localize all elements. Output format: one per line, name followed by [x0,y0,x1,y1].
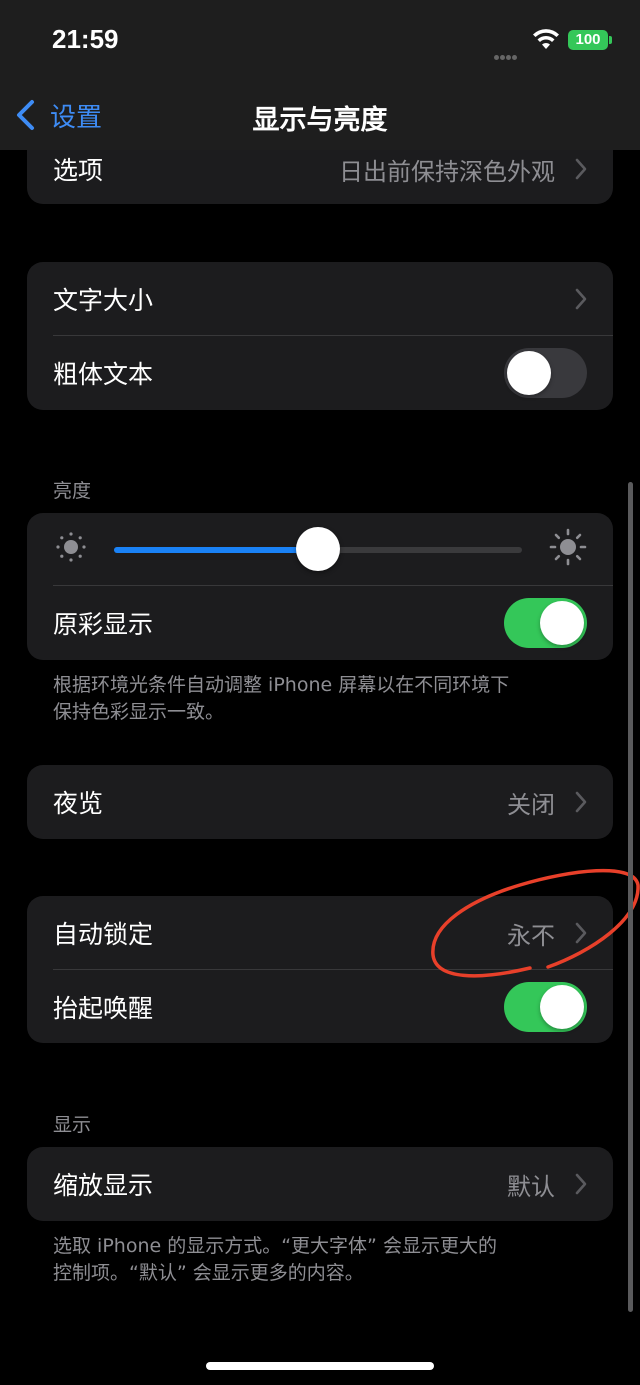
text-group: 文字大小 粗体文本 [27,262,613,410]
bold-text-row: 粗体文本 [27,336,613,410]
chevron-right-icon [575,288,587,310]
bold-text-toggle[interactable] [504,348,587,398]
brightness-slider[interactable] [114,527,522,571]
display-zoom-label: 缩放显示 [53,1171,154,1200]
chevron-right-icon [575,1173,587,1195]
wifi-icon [533,29,559,49]
status-time: 21:59 [52,24,119,54]
brightness-footnote-line: 根据环境光条件自动调整 iPhone 屏幕以在不同环境下 [53,674,510,696]
cellular-signal-icon [494,45,524,60]
options-row[interactable]: 选项 日出前保持深色外观 [27,132,613,206]
true-tone-label: 原彩显示 [53,610,154,639]
display-footnote-line: 控制项。“默认” 会显示更多的内容。 [53,1262,364,1284]
appearance-group: 选项 日出前保持深色外观 [27,150,613,204]
toggle-knob [540,985,584,1029]
brightness-group: 原彩显示 [27,513,613,660]
display-footnote: 选取 iPhone 的显示方式。“更大字体” 会显示更大的 控制项。“默认” 会… [53,1233,573,1287]
night-shift-label: 夜览 [53,789,104,818]
brightness-slider-row [27,513,613,585]
display-zoom-value: 默认 [507,1172,555,1201]
toggle-knob [540,601,584,645]
raise-to-wake-label: 抬起唤醒 [53,994,154,1023]
chevron-right-icon [575,158,587,180]
raise-to-wake-row: 抬起唤醒 [27,970,613,1044]
true-tone-row: 原彩显示 [27,586,613,660]
options-value: 日出前保持深色外观 [339,157,555,186]
text-size-row[interactable]: 文字大小 [27,262,613,336]
home-indicator[interactable] [206,1362,434,1370]
display-header: 显示 [53,1114,92,1136]
chevron-right-icon [575,791,587,813]
brightness-footnote: 根据环境光条件自动调整 iPhone 屏幕以在不同环境下 保持色彩显示一致。 [53,672,573,726]
options-label: 选项 [53,156,104,185]
display-group: 缩放显示 默认 [27,1147,613,1221]
sun-small-icon [56,532,86,562]
night-shift-group: 夜览 关闭 [27,765,613,839]
auto-lock-row[interactable]: 自动锁定 永不 [27,896,613,970]
sun-large-icon [549,528,587,566]
scrollbar[interactable] [628,482,633,1312]
true-tone-toggle[interactable] [504,598,587,648]
lock-group: 自动锁定 永不 抬起唤醒 [27,896,613,1043]
raise-to-wake-toggle[interactable] [504,982,587,1032]
display-zoom-row[interactable]: 缩放显示 默认 [27,1147,613,1221]
night-shift-value: 关闭 [507,790,555,819]
text-size-label: 文字大小 [53,286,154,315]
auto-lock-label: 自动锁定 [53,920,154,949]
brightness-header: 亮度 [53,480,92,502]
auto-lock-value: 永不 [507,921,555,950]
battery-icon: 100 [568,30,612,50]
chevron-right-icon [575,922,587,944]
toggle-knob [507,351,551,395]
slider-fill [114,547,318,553]
night-shift-row[interactable]: 夜览 关闭 [27,765,613,839]
status-bar: 21:59 100 [0,0,640,80]
bold-text-label: 粗体文本 [53,360,154,389]
slider-thumb[interactable] [296,527,340,571]
display-footnote-line: 选取 iPhone 的显示方式。“更大字体” 会显示更大的 [53,1235,497,1257]
brightness-footnote-line: 保持色彩显示一致。 [53,701,225,723]
